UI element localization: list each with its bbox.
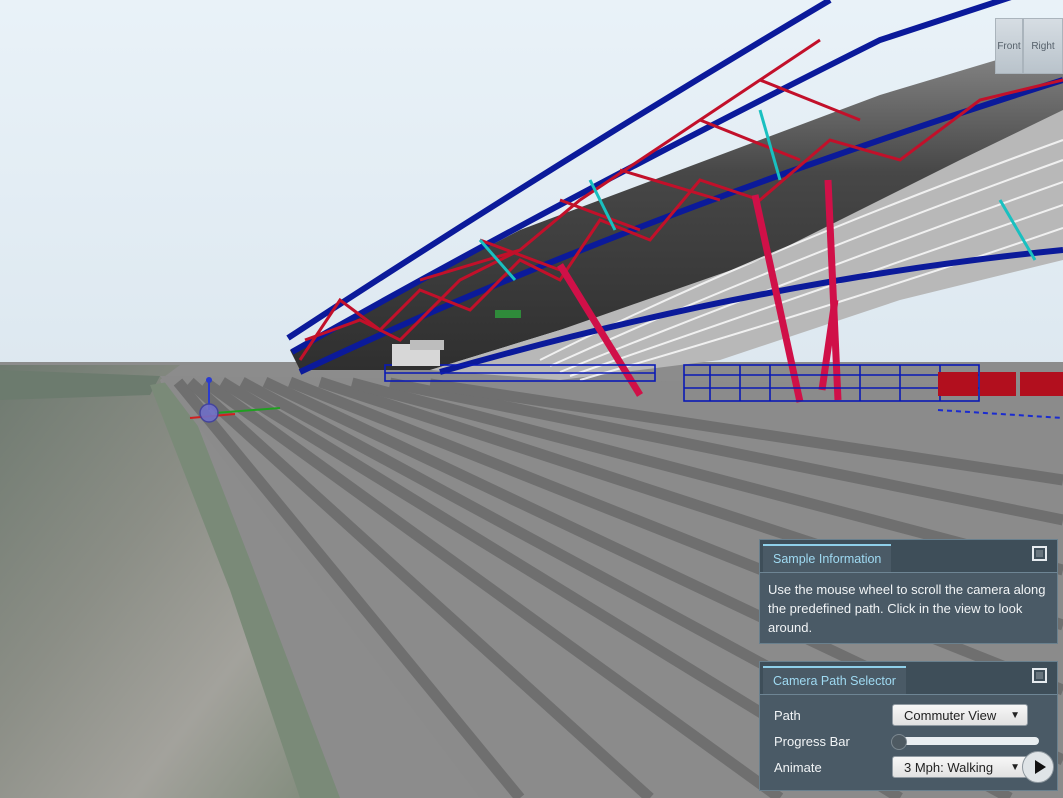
- red-benches: [938, 372, 1063, 396]
- play-button[interactable]: [1022, 751, 1054, 783]
- sample-information-panel: Sample Information Use the mouse wheel t…: [759, 539, 1058, 644]
- maximize-icon[interactable]: [1032, 668, 1047, 683]
- chevron-down-icon: ▼: [1010, 762, 1020, 773]
- chevron-down-icon: ▼: [1010, 710, 1020, 721]
- viewcube[interactable]: Front Right: [995, 18, 1063, 74]
- path-label: Path: [774, 707, 801, 723]
- progress-bar-label: Progress Bar: [774, 733, 850, 749]
- animate-speed-select[interactable]: 3 Mph: Walking ▼: [892, 756, 1028, 778]
- progress-row: Progress Bar: [774, 729, 1049, 753]
- progress-slider[interactable]: [891, 734, 1039, 750]
- path-select-value: Commuter View: [904, 707, 997, 723]
- camera-path-selector-tab[interactable]: Camera Path Selector: [763, 666, 906, 694]
- panel-header: Camera Path Selector: [760, 662, 1057, 695]
- sample-information-text: Use the mouse wheel to scroll the camera…: [768, 582, 1046, 635]
- camera-path-selector-panel: Camera Path Selector Path Commuter View …: [759, 661, 1058, 791]
- sample-information-tab[interactable]: Sample Information: [763, 544, 892, 572]
- animate-row: Animate 3 Mph: Walking ▼: [774, 751, 1054, 783]
- viewcube-right-face[interactable]: Right: [1023, 18, 1063, 74]
- path-select[interactable]: Commuter View ▼: [892, 704, 1028, 726]
- animate-select-value: 3 Mph: Walking: [904, 759, 994, 775]
- path-row: Path Commuter View ▼: [774, 703, 1049, 727]
- animate-label: Animate: [774, 759, 822, 775]
- maximize-icon[interactable]: [1032, 546, 1047, 561]
- viewcube-front-face[interactable]: Front: [995, 18, 1023, 74]
- panel-header: Sample Information: [760, 540, 1057, 573]
- progress-slider-thumb[interactable]: [891, 734, 907, 750]
- play-icon: [1034, 760, 1046, 774]
